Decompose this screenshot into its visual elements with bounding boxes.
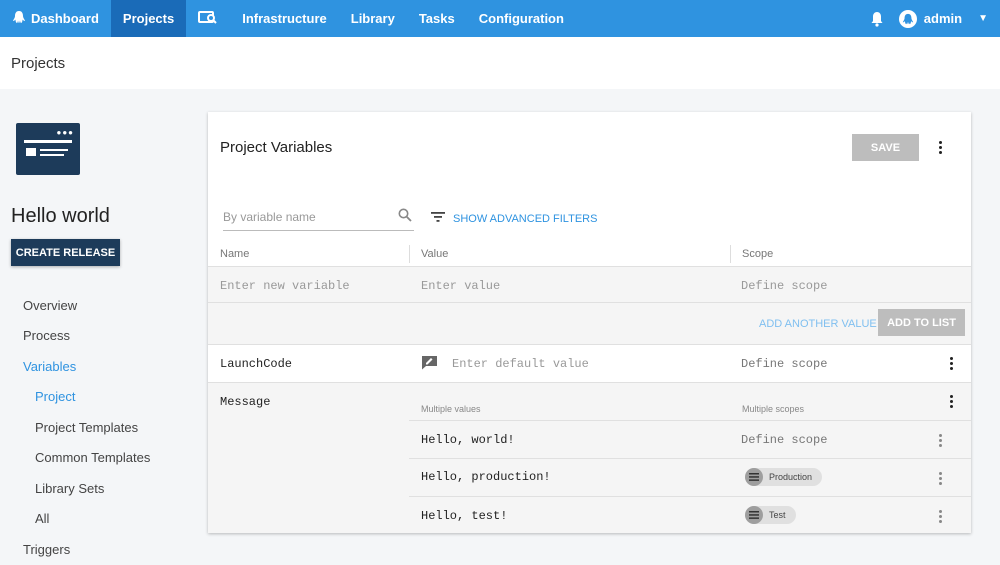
default-value-field[interactable]: Enter default value [452,357,589,371]
scope-field[interactable]: Define scope [741,433,827,447]
page-title: Project Variables [220,139,333,156]
comment-edit-icon[interactable] [421,355,438,375]
new-variable-value-field[interactable]: Enter value [421,279,500,293]
add-to-list-button[interactable]: ADD TO LIST [878,309,965,336]
value-menu-icon[interactable] [934,509,946,523]
sidebar-item-project-templates[interactable]: Project Templates [0,412,190,443]
variable-value[interactable]: Hello, test! [421,509,507,523]
value-menu-icon[interactable] [934,472,946,485]
sidebar-item-triggers[interactable]: Triggers [0,534,190,565]
sidebar-item-library-sets[interactable]: Library Sets [0,473,190,504]
nav-search-machines[interactable] [186,0,230,37]
save-button[interactable]: SAVE [852,134,919,161]
column-header-value: Value [421,248,449,260]
nav-dashboard-label: Dashboard [31,11,99,26]
sidebar-item-overview[interactable]: Overview [0,290,190,321]
environment-icon [745,505,763,524]
advanced-filters-toggle[interactable]: SHOW ADVANCED FILTERS [431,212,597,225]
table-row: Message Multiple values Multiple scopes … [208,383,971,533]
notifications-bell-icon[interactable] [859,11,895,27]
new-variable-scope-field[interactable]: Define scope [741,279,827,293]
nav-dashboard[interactable]: Dashboard [0,0,111,37]
machine-search-icon [198,10,218,27]
scope-chip[interactable]: Production [745,468,823,486]
project-nav: Overview Process Variables Project Proje… [0,290,190,565]
add-another-value-button[interactable]: ADD ANOTHER VALUE [759,318,877,330]
nav-configuration-label: Configuration [478,11,564,26]
nav-infrastructure[interactable]: Infrastructure [230,0,339,37]
variable-name[interactable]: LaunchCode [220,357,292,371]
advanced-filters-label: SHOW ADVANCED FILTERS [453,212,598,225]
sidebar-item-process[interactable]: Process [0,321,190,352]
search-icon[interactable] [398,208,412,227]
multiple-scopes-label: Multiple scopes [742,404,805,414]
octopus-icon [12,10,26,27]
multiple-values-label: Multiple values [421,404,481,414]
scope-chip[interactable]: Test [745,505,796,524]
chevron-down-icon: ▼ [978,13,988,24]
column-header-scope: Scope [742,248,774,260]
nav-library[interactable]: Library [339,0,407,37]
page-header: Projects [0,37,1000,89]
row-menu-icon[interactable] [945,357,957,370]
nav-library-label: Library [350,11,395,26]
variable-value[interactable]: Hello, world! [421,433,515,447]
scope-chip-label: Test [769,509,786,520]
search-field [223,205,414,231]
project-logo: ●●● [16,123,80,175]
avatar [898,9,917,28]
sidebar-item-project[interactable]: Project [0,382,190,413]
create-release-button[interactable]: CREATE RELEASE [11,239,120,266]
nav-configuration[interactable]: Configuration [467,0,576,37]
value-row: Hello, test! Test [409,495,971,533]
variable-name[interactable]: Message [220,395,270,409]
sidebar-item-all[interactable]: All [0,504,190,535]
sidebar: ●●● Hello world CREATE RELEASE Overview … [0,89,200,565]
table-row: LaunchCode Enter default value Define sc… [208,345,971,383]
project-title: Hello world [11,205,110,227]
search-input[interactable] [223,205,393,229]
new-variable-name-field[interactable]: Enter new variable [220,279,350,293]
breadcrumb: Projects [11,54,66,72]
new-variable-actions: ADD ANOTHER VALUE ADD TO LIST [208,303,971,345]
nav-infrastructure-label: Infrastructure [242,11,327,26]
value-row: Hello, world! Define scope [409,420,971,458]
new-variable-row: Enter new variable Enter value Define sc… [208,266,971,303]
scope-chip-label: Production [769,472,813,482]
value-row: Hello, production! Production [409,458,971,496]
nav-tasks[interactable]: Tasks [407,0,467,37]
more-options-icon[interactable] [934,141,946,154]
nav-tasks-label: Tasks [418,11,455,26]
nav-projects[interactable]: Projects [110,0,187,37]
top-nav: Dashboard Projects Infrastructure Librar… [0,0,1000,37]
value-menu-icon[interactable] [934,434,946,447]
variable-value[interactable]: Hello, production! [421,470,551,484]
user-menu[interactable]: admin ▼ [895,9,1000,28]
row-menu-icon[interactable] [945,395,957,408]
column-header-name: Name [220,248,250,260]
sidebar-item-common-templates[interactable]: Common Templates [0,443,190,474]
environment-icon [745,468,763,486]
user-name: admin [923,11,963,26]
filter-icon [431,212,445,225]
scope-field[interactable]: Define scope [741,357,827,371]
variables-card: Project Variables SAVE SHOW ADVANCED FIL… [208,112,971,533]
nav-projects-label: Projects [122,11,175,26]
sidebar-item-variables[interactable]: Variables [0,351,190,382]
